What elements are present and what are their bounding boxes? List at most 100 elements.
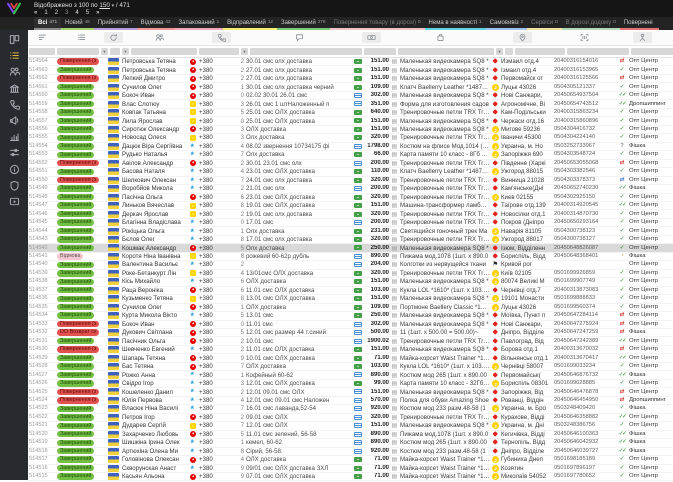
status-badge[interactable]: Завершений: [57, 117, 95, 125]
settings-icon[interactable]: [6, 147, 22, 158]
tracking-number[interactable]: 0504305121337: [553, 84, 616, 91]
client-name[interactable]: Свідро Ігор: [121, 380, 189, 387]
table-row[interactable]: 514556 Завершений Сиротюк Олександр +380…: [28, 125, 673, 135]
tracking-number[interactable]: 0501697896197: [553, 465, 616, 472]
ttn-icon[interactable]: [575, 32, 594, 43]
status-badge[interactable]: Завершений: [57, 354, 95, 362]
table-row[interactable]: 514515 Завершений Касьян Альона +380 9 0…: [28, 472, 673, 482]
tab-Завершений[interactable]: Завершений 278: [276, 17, 330, 30]
phone-number[interactable]: +380: [198, 92, 232, 99]
tracking-number[interactable]: 20450647284114: [553, 312, 616, 319]
status-badge[interactable]: Відмова: [57, 253, 84, 260]
client-name[interactable]: Лила Ярослав: [121, 118, 189, 125]
client-name[interactable]: Петров Ігор: [121, 414, 189, 421]
phone-number[interactable]: +380: [198, 278, 232, 285]
client-icon[interactable]: [150, 32, 169, 43]
phone-number[interactable]: +380: [198, 58, 232, 65]
client-name[interactable]: Лепкий Дмитро: [121, 75, 189, 82]
client-name[interactable]: Бокоч Иван: [121, 92, 189, 99]
page-4[interactable]: 4: [75, 10, 78, 16]
status-badge[interactable]: Повернення (з: [57, 160, 100, 167]
tab-Запакований[interactable]: Запакований 1: [174, 17, 224, 30]
phone-number[interactable]: +380: [198, 304, 232, 311]
client-name[interactable]: Кошеленко Данил: [121, 389, 189, 396]
table-row[interactable]: 514545 Завершений Благінна Владіслава +3…: [28, 218, 673, 228]
tracking-number[interactable]: 20450646100363: [553, 431, 616, 438]
table-row[interactable]: 514523 Завершений Власюк Ніна Василі +38…: [28, 405, 673, 414]
phone-number[interactable]: +380: [198, 287, 232, 294]
client-name[interactable]: Пасічна Ольга: [121, 194, 189, 201]
phone-number[interactable]: +380: [198, 465, 232, 472]
client-name[interactable]: Валентина Васильє: [121, 261, 189, 268]
tracking-number[interactable]: 0503252733967: [553, 143, 616, 150]
status-badge[interactable]: Повернення (з: [57, 320, 100, 328]
client-name[interactable]: Сиротюк Олександр: [121, 126, 189, 133]
client-name[interactable]: Шелкович Олексан: [121, 177, 189, 184]
phone-number[interactable]: +380: [198, 151, 232, 158]
tracking-number[interactable]: 20400316125566: [553, 75, 616, 82]
status-badge[interactable]: Завершений: [57, 414, 95, 421]
table-row[interactable]: 514518 Завершений Артюхіна Олена Ми +380…: [28, 447, 673, 457]
products-icon[interactable]: [431, 32, 450, 43]
tab-Нема в наявності[interactable]: Нема в наявності 1: [424, 17, 486, 30]
tracking-number[interactable]: 0501699033234: [553, 363, 616, 370]
phone-number[interactable]: +380: [198, 380, 232, 387]
table-row[interactable]: 514560 Завершений Бокоч Иван +380 0 02.0…: [28, 91, 673, 101]
status-badge[interactable]: Завершений: [57, 456, 95, 463]
info-icon[interactable]: [6, 164, 22, 175]
tab-Сервіси[interactable]: Сервіси 0: [527, 17, 562, 30]
phone-number[interactable]: +380: [198, 270, 232, 277]
tracking-number[interactable]: 20400313670032: [553, 346, 616, 353]
client-name[interactable]: Власюк Ніна Василі: [121, 405, 189, 412]
status-badge[interactable]: Завершений: [57, 287, 95, 294]
tracking-number[interactable]: 20450646358882: [553, 414, 616, 421]
page-1[interactable]: 1: [44, 10, 47, 16]
table-row[interactable]: 514557 Завершений Лила Ярослав +380 0 25…: [28, 117, 673, 126]
tab-Відмова[interactable]: Відмова 42: [136, 17, 175, 30]
table-row[interactable]: 514537 Завершений Раца Вероніка +380 6 1…: [28, 286, 673, 296]
phone-number[interactable]: +380: [198, 219, 232, 226]
tab-Повернені[interactable]: Повернені: [619, 17, 659, 30]
tab-Повернення товару (в дорозі)[interactable]: Повернення товару (в дорозі) 0: [329, 17, 425, 30]
filter-name[interactable]: [131, 48, 197, 55]
client-name[interactable]: Кузьменко Тетяна: [121, 295, 189, 302]
phone-number[interactable]: +380: [198, 143, 232, 150]
table-row[interactable]: 514552 Повернення (з Авілов Александр +3…: [28, 159, 673, 169]
status-badge[interactable]: Завершений: [57, 126, 95, 133]
table-row[interactable]: 514555 Завершений Новосад Олеся +380 3 О…: [28, 134, 673, 143]
filter-phone-dropdown[interactable]: ▼: [241, 48, 248, 55]
status-badge[interactable]: Завершений: [57, 168, 95, 175]
tracking-number[interactable]: 0504300738123: [553, 228, 616, 235]
phone-number[interactable]: +380: [198, 168, 232, 175]
client-name[interactable]: Раца Вероніка: [121, 287, 189, 294]
statistics-icon[interactable]: [6, 131, 22, 142]
tracking-number[interactable]: 20450652740230: [553, 185, 616, 192]
table-row[interactable]: 514536 Завершений Кузьменко Тетяна +380 …: [28, 295, 673, 304]
client-name[interactable]: Петровська Тетяна: [121, 58, 189, 65]
client-name[interactable]: Дударев Сергій: [121, 422, 189, 429]
status-badge[interactable]: Завершений: [57, 304, 95, 311]
table-row[interactable]: 514547 Завершений Линьков Вячеслав +380 …: [28, 201, 673, 211]
tracking-number[interactable]: 20450653055068: [553, 160, 616, 167]
phone-number[interactable]: +380: [198, 118, 232, 125]
manager-icon[interactable]: [633, 32, 652, 43]
phone-number[interactable]: +380: [198, 389, 232, 396]
phone-number[interactable]: +380: [198, 185, 232, 192]
marketing-icon[interactable]: [6, 115, 22, 126]
first-page-icon[interactable]: «: [34, 10, 37, 16]
client-name[interactable]: Благінна Владіслава: [121, 219, 189, 226]
phone-number[interactable]: +380: [198, 67, 232, 74]
tracking-number[interactable]: 0501698185189: [553, 456, 616, 463]
status-badge[interactable]: Завершений: [57, 219, 95, 226]
phone-number[interactable]: +380: [198, 329, 232, 336]
client-name[interactable]: Новосад Олеся: [121, 134, 189, 141]
status-badge[interactable]: Завершений: [57, 473, 95, 480]
table-row[interactable]: 514563 Завершений Петровська Тетяна +380…: [28, 66, 673, 75]
filter-ttn[interactable]: [567, 48, 629, 55]
table-row[interactable]: 514519 Завершений Шишкіна Ірина Олек +38…: [28, 439, 673, 448]
status-badge[interactable]: Повернення (з: [57, 397, 100, 404]
client-name[interactable]: Пасічник Ольга: [121, 338, 189, 345]
status-badge[interactable]: Завершений: [57, 151, 95, 158]
table-row[interactable]: 514516 Завершений Скворунская Анаст +380…: [28, 464, 673, 473]
client-name[interactable]: Сучилов Олег: [121, 84, 189, 91]
